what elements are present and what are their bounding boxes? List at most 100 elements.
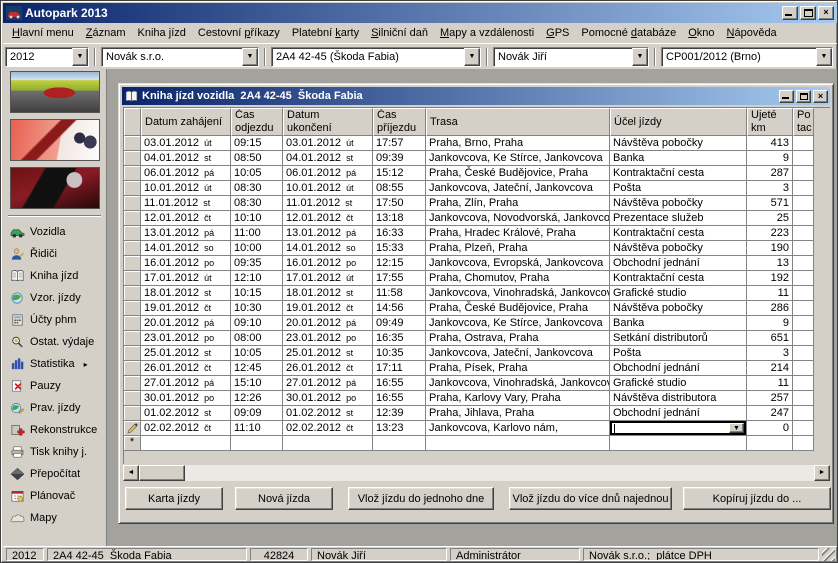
cell-distance-km[interactable]: 287 xyxy=(747,166,793,181)
row-selector[interactable] xyxy=(124,391,141,406)
menu-item-napoveda[interactable]: Nápověda xyxy=(721,24,783,42)
cell-date-end[interactable]: 02.02.2012čt xyxy=(283,421,373,436)
cell-time-arrival[interactable]: 15:33 xyxy=(373,241,426,256)
cell-odometer-clipped[interactable] xyxy=(793,271,814,286)
cell-date-end[interactable] xyxy=(283,436,373,451)
cell-odometer-clipped[interactable] xyxy=(793,406,814,421)
cell-purpose[interactable]: Návštěva pobočky xyxy=(610,196,747,211)
chevron-down-icon[interactable]: ▼ xyxy=(632,48,648,66)
table-row[interactable]: * xyxy=(124,436,830,451)
cell-odometer-clipped[interactable] xyxy=(793,391,814,406)
cell-time-arrival[interactable]: 11:58 xyxy=(373,286,426,301)
resize-grip[interactable] xyxy=(822,548,835,561)
table-row[interactable]: 11.01.2012st08:3011.01.2012st17:50Praha,… xyxy=(124,196,830,211)
cell-odometer-clipped[interactable] xyxy=(793,181,814,196)
cell-time-departure[interactable] xyxy=(231,436,283,451)
menu-item-hlavni-menu[interactable]: Hlavní menu xyxy=(6,24,80,42)
cell-route[interactable] xyxy=(426,436,610,451)
cell-purpose[interactable]: Návštěva pobočky xyxy=(610,301,747,316)
cell-time-departure[interactable]: 09:15 xyxy=(231,136,283,151)
cell-distance-km[interactable]: 257 xyxy=(747,391,793,406)
menu-item-pomocne-databaze[interactable]: Pomocné databáze xyxy=(575,24,682,42)
cell-time-departure[interactable]: 08:30 xyxy=(231,196,283,211)
sidebar-item-rekonstrukce[interactable]: Rekonstrukce xyxy=(3,419,106,441)
chevron-down-icon[interactable]: ▼ xyxy=(816,48,832,66)
table-row[interactable]: 25.01.2012st10:0525.01.2012st10:35Jankov… xyxy=(124,346,830,361)
cell-distance-km[interactable]: 413 xyxy=(747,136,793,151)
cell-time-arrival[interactable]: 09:49 xyxy=(373,316,426,331)
cell-route[interactable]: Praha, Ostrava, Praha xyxy=(426,331,610,346)
cell-date-start[interactable]: 18.01.2012st xyxy=(141,286,231,301)
row-selector[interactable] xyxy=(124,166,141,181)
cell-time-departure[interactable]: 12:26 xyxy=(231,391,283,406)
cell-route[interactable]: Jankovcova, Jateční, Jankovcova xyxy=(426,181,610,196)
cell-time-arrival[interactable]: 12:15 xyxy=(373,256,426,271)
sidebar-item-planovac[interactable]: Plánovač xyxy=(3,485,106,507)
cell-purpose[interactable]: Pošta xyxy=(610,181,747,196)
cell-odometer-clipped[interactable] xyxy=(793,241,814,256)
cell-distance-km[interactable]: 3 xyxy=(747,346,793,361)
child-close-button[interactable]: × xyxy=(813,90,828,103)
scroll-right-arrow-icon[interactable]: ► xyxy=(814,465,830,481)
cell-time-departure[interactable]: 11:10 xyxy=(231,421,283,436)
trip-order-combo[interactable]: CP001/2012 (Brno)▼ xyxy=(661,47,833,67)
cell-distance-km[interactable]: 11 xyxy=(747,376,793,391)
cell-odometer-clipped[interactable] xyxy=(793,166,814,181)
vehicle-combo[interactable]: 2A4 42-45 (Škoda Fabia)▼ xyxy=(271,47,481,67)
cell-date-end[interactable]: 10.01.2012út xyxy=(283,181,373,196)
table-row[interactable]: 23.01.2012po08:0023.01.2012po16:35Praha,… xyxy=(124,331,830,346)
cell-distance-km[interactable]: 571 xyxy=(747,196,793,211)
cell-route[interactable]: Jankovcova, Ke Stírce, Jankovcova xyxy=(426,151,610,166)
cell-time-departure[interactable]: 10:05 xyxy=(231,346,283,361)
purpose-editor-value[interactable] xyxy=(615,423,729,433)
cell-time-arrival[interactable]: 17:57 xyxy=(373,136,426,151)
cell-route[interactable]: Jankovcova, Karlovo nám, xyxy=(426,421,610,436)
cell-date-start[interactable]: 14.01.2012so xyxy=(141,241,231,256)
cell-purpose[interactable]: ▼ xyxy=(610,421,747,436)
sidebar-item-statistika[interactable]: Statistika▸ xyxy=(3,353,106,375)
row-selector[interactable] xyxy=(124,346,141,361)
menu-item-okno[interactable]: Okno xyxy=(682,24,720,42)
cell-distance-km[interactable]: 11 xyxy=(747,286,793,301)
table-row[interactable]: 06.01.2012pá10:0506.01.2012pá15:12Praha,… xyxy=(124,166,830,181)
sidebar-item-pauzy[interactable]: Pauzy xyxy=(3,375,106,397)
cell-date-end[interactable]: 26.01.2012čt xyxy=(283,361,373,376)
cell-date-end[interactable]: 23.01.2012po xyxy=(283,331,373,346)
row-selector[interactable] xyxy=(124,256,141,271)
row-selector[interactable] xyxy=(124,211,141,226)
cell-time-departure[interactable]: 09:10 xyxy=(231,316,283,331)
sidebar-item-vozidla[interactable]: Vozidla xyxy=(3,221,106,243)
cell-route[interactable]: Praha, České Budějovice, Praha xyxy=(426,166,610,181)
child-maximize-button[interactable] xyxy=(796,90,811,103)
cell-purpose[interactable]: Grafické studio xyxy=(610,376,747,391)
menu-item-zaznam[interactable]: Záznam xyxy=(80,24,132,42)
cell-route[interactable]: Jankovcova, Vinohradská, Jankovcova xyxy=(426,376,610,391)
insert-trip-single-day-button[interactable]: Vlož jízdu do jednoho dne xyxy=(348,487,494,510)
table-row[interactable]: 26.01.2012čt12:4526.01.2012čt17:11Praha,… xyxy=(124,361,830,376)
cell-distance-km[interactable] xyxy=(747,436,793,451)
cell-date-end[interactable]: 04.01.2012st xyxy=(283,151,373,166)
cell-date-end[interactable]: 11.01.2012st xyxy=(283,196,373,211)
sidebar-item-ostat-vydaje[interactable]: Ostat. výdaje xyxy=(3,331,106,353)
row-selector[interactable] xyxy=(124,286,141,301)
table-row[interactable]: 20.01.2012pá09:1020.01.2012pá09:49Jankov… xyxy=(124,316,830,331)
row-selector[interactable] xyxy=(124,301,141,316)
cell-odometer-clipped[interactable] xyxy=(793,286,814,301)
cell-date-end[interactable]: 27.01.2012pá xyxy=(283,376,373,391)
cell-date-end[interactable]: 19.01.2012čt xyxy=(283,301,373,316)
cell-date-start[interactable]: 12.01.2012čt xyxy=(141,211,231,226)
cell-odometer-clipped[interactable] xyxy=(793,136,814,151)
row-selector[interactable] xyxy=(124,196,141,211)
cell-odometer-clipped[interactable] xyxy=(793,361,814,376)
scrollbar-track[interactable] xyxy=(185,465,814,481)
cell-odometer-clipped[interactable] xyxy=(793,256,814,271)
cell-odometer-clipped[interactable] xyxy=(793,226,814,241)
cell-odometer-clipped[interactable] xyxy=(793,376,814,391)
child-minimize-button[interactable] xyxy=(779,90,794,103)
scrollbar-thumb[interactable] xyxy=(139,465,185,481)
cell-date-end[interactable]: 12.01.2012čt xyxy=(283,211,373,226)
cell-odometer-clipped[interactable] xyxy=(793,331,814,346)
table-row[interactable]: 14.01.2012so10:0014.01.2012so15:33Praha,… xyxy=(124,241,830,256)
cell-time-arrival[interactable]: 17:50 xyxy=(373,196,426,211)
cell-route[interactable]: Praha, Zlín, Praha xyxy=(426,196,610,211)
